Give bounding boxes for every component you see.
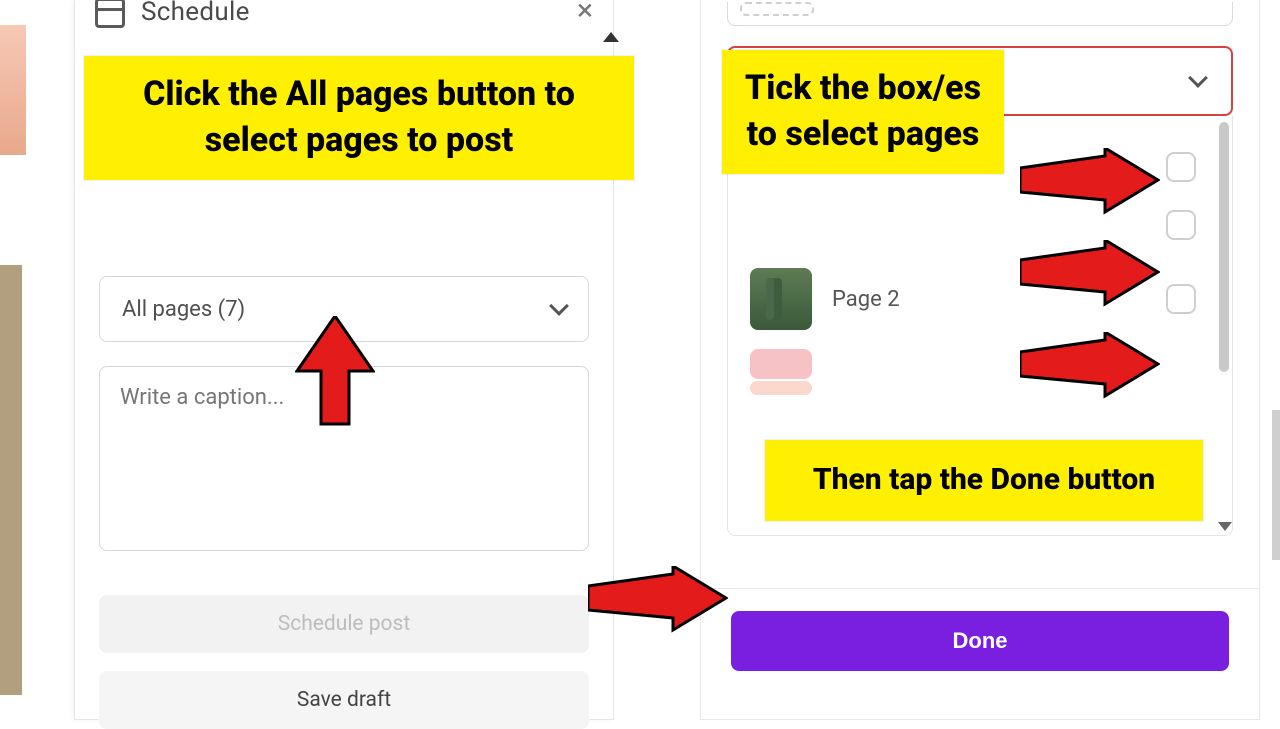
bg-image-hint	[1272, 410, 1280, 560]
save-draft-button[interactable]: Save draft	[99, 671, 589, 729]
page-checkbox[interactable]	[1166, 210, 1196, 240]
panel-footer: Done	[701, 588, 1259, 671]
page-checkbox[interactable]	[1166, 152, 1196, 182]
scroll-down-arrow-icon[interactable]	[1218, 522, 1232, 531]
caption-input[interactable]	[99, 366, 589, 551]
scroll-up-arrow-icon[interactable]	[603, 32, 619, 42]
page-label: Page 2	[832, 287, 1146, 312]
annotation-callout: Then tap the Done button	[765, 440, 1203, 521]
chevron-down-icon	[549, 296, 569, 316]
annotation-callout: Click the All pages button to select pag…	[84, 56, 634, 180]
list-item[interactable]: Page 2	[728, 254, 1218, 344]
page-thumbnail	[750, 349, 812, 379]
collapsed-field[interactable]	[727, 2, 1233, 26]
page-thumbnail	[750, 268, 812, 330]
bg-image-hint	[0, 265, 22, 695]
calendar-icon	[95, 0, 125, 28]
list-item[interactable]	[728, 196, 1218, 254]
list-item[interactable]	[728, 378, 1218, 398]
all-pages-dropdown[interactable]: All pages (7)	[99, 276, 589, 342]
schedule-post-button: Schedule post	[99, 595, 589, 653]
scrollbar-thumb[interactable]	[1219, 122, 1229, 372]
list-item[interactable]	[728, 344, 1218, 378]
annotation-callout: Tick the box/es to select pages	[722, 50, 1004, 174]
chevron-down-icon	[1188, 68, 1208, 88]
page-thumbnail	[750, 381, 812, 395]
page-checkbox[interactable]	[1166, 284, 1196, 314]
done-button[interactable]: Done	[731, 611, 1229, 671]
dropdown-label: All pages (7)	[122, 297, 245, 322]
panel-title: Schedule	[141, 0, 250, 27]
panel-header: Schedule ×	[75, 0, 613, 36]
close-icon[interactable]: ×	[577, 2, 593, 20]
bg-image-hint	[0, 25, 26, 155]
